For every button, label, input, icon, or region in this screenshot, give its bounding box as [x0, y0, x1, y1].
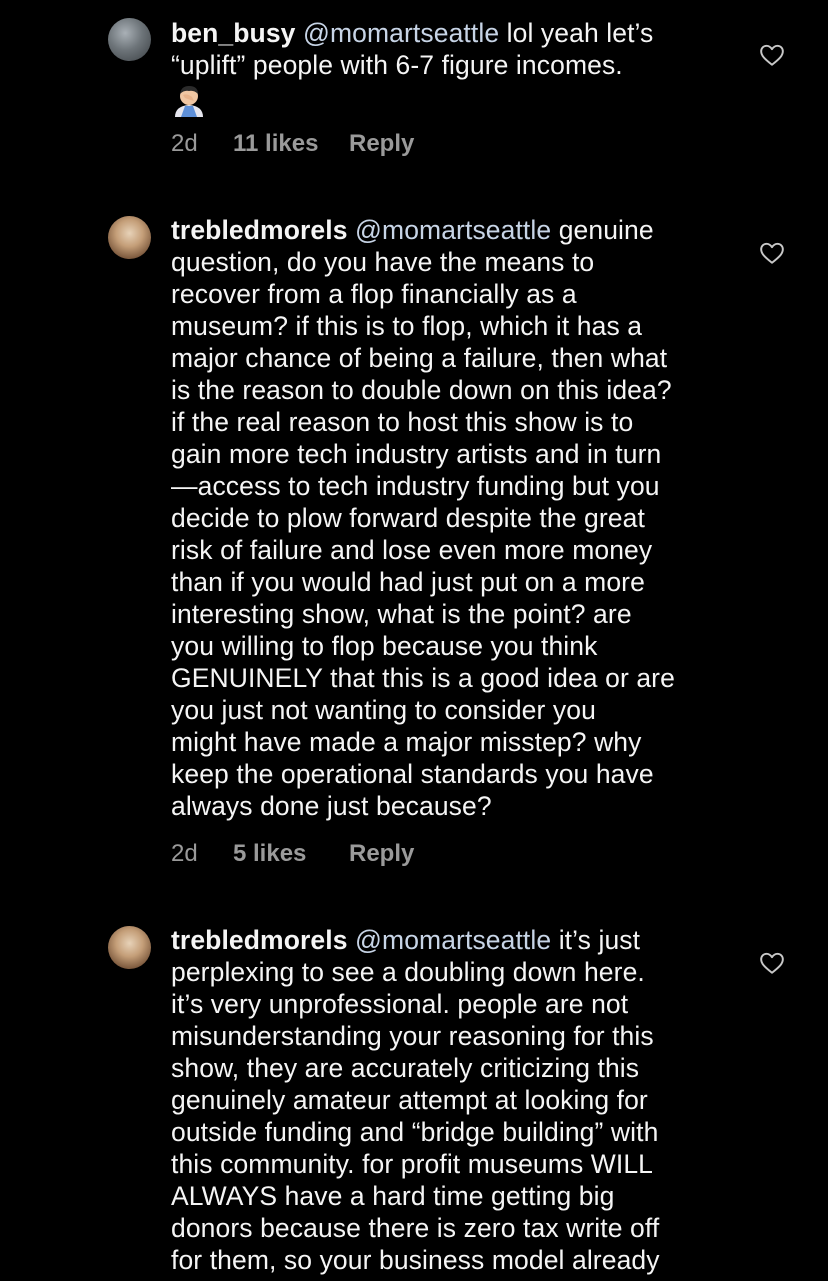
comment-text: trebledmorels @momartseattle genuine que…: [171, 215, 675, 821]
username[interactable]: trebledmorels: [171, 215, 348, 245]
heart-icon[interactable]: [759, 42, 785, 68]
mention-link[interactable]: @momartseattle: [355, 215, 551, 245]
person-facepalming-emoji: [175, 86, 203, 117]
reply-button[interactable]: Reply: [349, 129, 414, 159]
comment-text: ben_busy @momartseattle lol yeah let’s “…: [171, 17, 731, 117]
comment-time: 2d: [171, 840, 198, 867]
avatar[interactable]: [108, 926, 151, 969]
likes-count[interactable]: 5 likes: [233, 839, 349, 869]
avatar[interactable]: [108, 216, 151, 259]
mention-link[interactable]: @momartseattle: [355, 925, 551, 955]
comment-meta: 2d 5 likes Reply: [171, 839, 414, 869]
avatar[interactable]: [108, 18, 151, 61]
mention-link[interactable]: @momartseattle: [303, 18, 499, 48]
comment-time: 2d: [171, 130, 198, 157]
likes-count[interactable]: 11 likes: [233, 129, 349, 159]
username[interactable]: ben_busy: [171, 18, 296, 48]
heart-icon[interactable]: [759, 240, 785, 266]
comment-meta: 2d 11 likes Reply: [171, 129, 414, 159]
username[interactable]: trebledmorels: [171, 925, 348, 955]
heart-icon[interactable]: [759, 950, 785, 976]
reply-button[interactable]: Reply: [349, 839, 414, 869]
comment-text: trebledmorels @momartseattle it’s just p…: [171, 925, 660, 1275]
